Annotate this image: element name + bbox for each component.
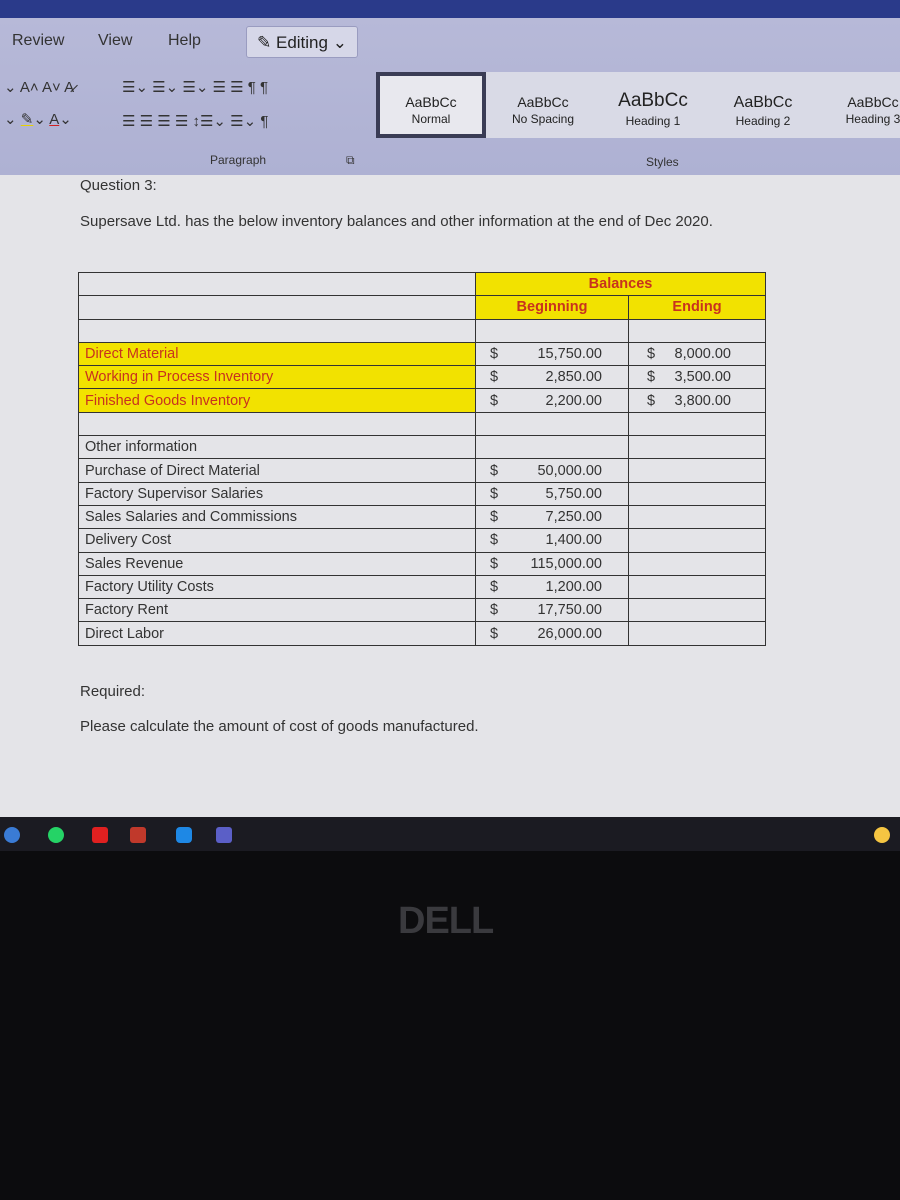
table-row: Factory Rent $17,750.00 <box>78 598 766 623</box>
question-title: Question 3: <box>80 177 157 194</box>
table-row: Delivery Cost $1,400.00 <box>78 528 766 553</box>
table-row: Purchase of Direct Material $50,000.00 <box>78 458 766 483</box>
table-row: Working in Process Inventory $2,850.00 $3,… <box>78 365 766 390</box>
ending-header: Ending <box>628 295 766 320</box>
value: 1,200.00 <box>545 579 602 595</box>
row-label: Delivery Cost <box>78 528 476 553</box>
row-label: Sales Revenue <box>78 551 476 576</box>
editing-label: Editing <box>275 33 328 52</box>
ending-value: 8,000.00 <box>674 346 731 363</box>
weather-icon[interactable] <box>874 827 890 843</box>
paragraph-group-label: Paragraph <box>210 153 267 167</box>
tab-help[interactable]: Help <box>168 32 201 50</box>
tab-view[interactable]: View <box>98 32 132 50</box>
chevron-down-icon: ⌄ <box>332 33 347 52</box>
value: 1,400.00 <box>545 532 602 549</box>
row-label: Finished Goods Inventory <box>78 388 476 413</box>
value: 26,000.00 <box>537 625 602 642</box>
row-label: Sales Salaries and Commissions <box>78 504 476 530</box>
table-row: Sales Revenue $115,000.00 <box>78 551 766 576</box>
ending-value: 3,800.00 <box>674 392 731 409</box>
list-indent-icons[interactable]: ☰⌄ ☰⌄ ☰⌄ ☰ ☰ ¶ ¶ <box>122 78 268 96</box>
teams-icon[interactable] <box>216 827 232 843</box>
dialog-launcher-icon[interactable]: ⧉ <box>346 153 355 168</box>
table-row: Factory Supervisor Salaries $5,750.00 <box>78 481 766 506</box>
row-label: Factory Rent <box>78 598 476 623</box>
row-label: Purchase of Direct Material <box>78 458 476 483</box>
table-row: Factory Utility Costs $1,200.00 <box>78 574 766 600</box>
dell-logo: DELL <box>398 900 494 942</box>
value: 7,250.00 <box>545 509 602 526</box>
task-text: Please calculate the amount of cost of g… <box>80 718 479 735</box>
table-row: Direct Labor $26,000.00 <box>78 621 766 646</box>
row-label: Working in Process Inventory <box>78 365 476 390</box>
row-label: Factory Utility Costs <box>78 574 476 600</box>
youtube-icon[interactable] <box>92 827 108 843</box>
beginning-value: 2,200.00 <box>545 392 602 409</box>
other-info-header: Other information <box>78 435 476 460</box>
value: 50,000.00 <box>537 462 602 479</box>
ribbon: Review View Help ✎ Editing ⌄ ⌄ A˄ A˅ A̷ … <box>0 0 900 175</box>
style-heading-2[interactable]: AaBbCc Heading 2 <box>708 72 818 138</box>
styles-gallery: AaBbCc Normal AaBbCc No Spacing AaBbCc Head… <box>376 72 900 138</box>
balances-header: Balances <box>475 271 766 297</box>
inventory-table: Balances Beginning Ending Direct Material… <box>78 271 766 646</box>
style-heading-3[interactable]: AaBbCc Heading 3 <box>818 72 900 138</box>
value: 5,750.00 <box>545 485 602 502</box>
editing-mode-button[interactable]: ✎ Editing ⌄ <box>246 26 358 58</box>
row-label: Factory Supervisor Salaries <box>78 481 476 506</box>
style-normal[interactable]: AaBbCc Normal <box>376 72 486 138</box>
required-label: Required: <box>80 683 146 700</box>
table-row: Finished Goods Inventory $2,200.00 $3,800.… <box>78 388 766 413</box>
row-label: Direct Material <box>78 341 476 367</box>
intro-text: Supersave Ltd. has the below inventory b… <box>80 213 713 230</box>
row-label: Direct Labor <box>78 621 476 646</box>
tab-review[interactable]: Review <box>12 32 64 50</box>
beginning-value: 2,850.00 <box>545 369 602 386</box>
table-row: Sales Salaries and Commissions $7,250.00 <box>78 504 766 530</box>
value: 115,000.00 <box>530 555 603 572</box>
highlight-color-icon[interactable]: ⌄ ✎⌄ A⌄ <box>4 110 72 128</box>
value: 17,750.00 <box>537 602 602 619</box>
whatsapp-icon[interactable] <box>48 827 64 843</box>
app-icon[interactable] <box>4 827 20 843</box>
alignment-icons[interactable]: ☰ ☰ ☰ ☰ ↕☰⌄ ☰⌄ ¶ <box>122 112 268 130</box>
pencil-icon: ✎ <box>257 33 272 52</box>
powerpoint-icon[interactable] <box>130 827 146 843</box>
zoom-icon[interactable] <box>176 827 192 843</box>
font-size-controls-icon[interactable]: ⌄ A˄ A˅ A̷ <box>4 78 74 96</box>
taskbar <box>0 817 900 851</box>
styles-group-label: Styles <box>646 155 679 169</box>
style-no-spacing[interactable]: AaBbCc No Spacing <box>488 72 598 138</box>
beginning-value: 15,750.00 <box>537 346 602 363</box>
beginning-header: Beginning <box>475 295 629 320</box>
ending-value: 3,500.00 <box>674 369 731 386</box>
table-row: Direct Material $15,750.00 $8,000.00 <box>78 341 766 367</box>
style-heading-1[interactable]: AaBbCc Heading 1 <box>598 72 708 138</box>
